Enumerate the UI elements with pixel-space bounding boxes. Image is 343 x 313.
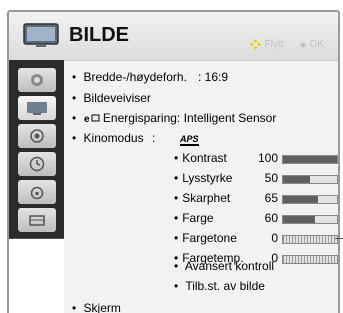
move-arrows-icon (249, 39, 261, 50)
setting-value: 0 (271, 231, 278, 245)
setting-value: 60 (264, 211, 278, 225)
setting-fargetone[interactable]: Fargetone (174, 231, 237, 245)
category-sidebar (9, 60, 64, 238)
sidebar-item-time[interactable] (18, 152, 56, 176)
setting-level-bar[interactable] (282, 235, 338, 244)
audio-icon (30, 129, 44, 143)
menu-item-picture-reset[interactable]: Tilb.st. av bilde (174, 279, 265, 293)
tv-screen-icon (23, 23, 59, 47)
sidebar-below-area (9, 239, 64, 313)
setting-level-bar[interactable] (282, 155, 338, 164)
setting-value: 65 (264, 191, 278, 205)
setting-skarphet[interactable]: Skarphet (174, 191, 230, 205)
ok-hint-label: OK (309, 39, 324, 50)
aps-label: APS (180, 134, 199, 146)
cinema-label: Kinomodus (83, 131, 144, 145)
setting-label: Skarphet (182, 191, 231, 205)
edge-line (335, 238, 343, 239)
svg-text:e: e (84, 114, 90, 123)
move-hint-label: Flytt (264, 39, 284, 50)
menu-item-advanced-control[interactable]: Avansert kontroll (174, 259, 274, 273)
sidebar-item-tv[interactable] (18, 96, 56, 120)
menu-item-energy-saving[interactable]: e Energisparing: Intelligent Sensor (72, 111, 277, 125)
aspect-value: : 16:9 (198, 70, 229, 84)
aps-logo: APS (176, 131, 199, 146)
advanced-label: Avansert kontroll (184, 259, 275, 273)
aspect-label: Bredde-/høydeforh. (83, 70, 187, 84)
sidebar-item-option[interactable] (18, 208, 56, 232)
page-title: BILDE (69, 24, 129, 46)
energy-saving-icon: e (84, 114, 100, 125)
menu-item-picture-wizard[interactable]: Bildeveiviser (72, 91, 151, 105)
setting-value: 100 (257, 151, 278, 165)
screen-label: Skjerm (83, 301, 121, 313)
picture-icon (31, 74, 43, 86)
setting-level-fill (283, 196, 319, 203)
option-icon (29, 215, 45, 226)
picture-menu: BILDE Flytt OK • Bredde-/høydeforh.: 16… (7, 10, 340, 313)
sidebar-item-audio[interactable] (18, 124, 56, 148)
setting-farge[interactable]: Farge (174, 211, 214, 225)
energy-label: Energisparing: Intelligent Sensor (102, 111, 277, 125)
navigation-hint: Flytt OK (249, 39, 324, 50)
setting-level-fill (283, 216, 316, 223)
reset-label: Tilb.st. av bilde (185, 279, 265, 293)
wizard-label: Bildeveiviser (83, 91, 151, 105)
sidebar-item-picture[interactable] (18, 68, 56, 92)
setting-label: Kontrast (182, 151, 227, 165)
setting-level-bar[interactable] (282, 215, 338, 224)
setting-value: 50 (264, 171, 278, 185)
clock-icon (29, 156, 45, 172)
setting-kontrast[interactable]: Kontrast (174, 151, 227, 165)
menu-item-cinema-mode[interactable]: Kinomodus (72, 131, 144, 145)
lock-icon (30, 186, 44, 200)
setting-level-fill (283, 176, 310, 183)
setting-level-bar[interactable] (282, 175, 338, 184)
sidebar-item-lock[interactable] (18, 180, 56, 204)
cinema-colon: : (152, 131, 156, 145)
setting-level-bar[interactable] (282, 255, 338, 264)
setting-level-bar[interactable] (282, 195, 338, 204)
menu-item-aspect[interactable]: Bredde-/høydeforh. (72, 70, 187, 84)
menu-header: BILDE Flytt OK (9, 12, 338, 60)
menu-item-screen[interactable]: Skjerm (72, 301, 121, 313)
setting-label: Lysstyrke (182, 171, 233, 185)
setting-label: Farge (182, 211, 214, 225)
tv-icon (27, 102, 47, 115)
menu-content: Bredde-/høydeforh. : 16:9 Bildeveiviser … (64, 60, 338, 313)
setting-lysstyrke[interactable]: Lysstyrke (174, 171, 232, 185)
setting-label: Fargetone (182, 231, 237, 245)
ok-dot-icon (300, 42, 306, 47)
setting-level-fill (283, 156, 337, 163)
